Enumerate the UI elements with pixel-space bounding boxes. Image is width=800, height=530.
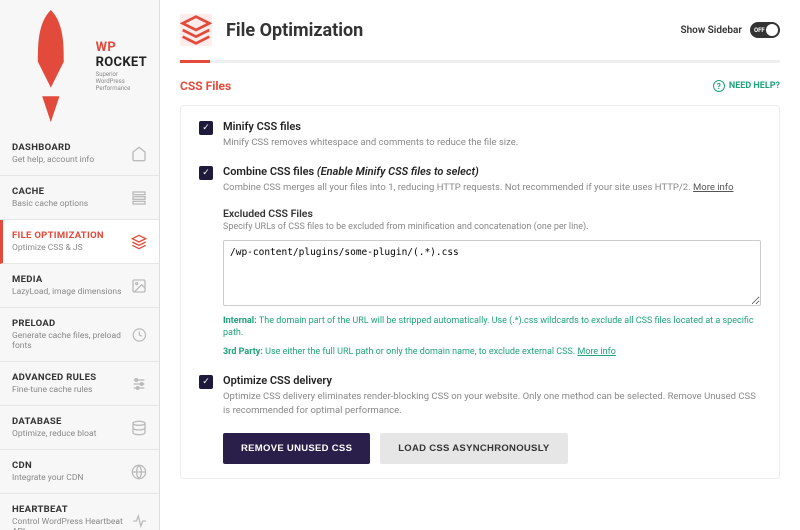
hint-third-party: 3rd Party: Use either the full URL path … — [223, 346, 761, 359]
sidebar-item-media[interactable]: MEDIA LazyLoad, image dimensions — [0, 264, 159, 308]
globe-icon — [131, 464, 147, 480]
sidebar: WP ROCKET Superior WordPress Performance… — [0, 0, 160, 530]
minify-css-desc: Minify CSS removes whitespace and commen… — [223, 136, 761, 149]
heart-icon — [132, 513, 147, 529]
nav-label: FILE OPTIMIZATION — [12, 230, 104, 241]
nav-label: CACHE — [12, 186, 88, 197]
nav-label: PRELOAD — [12, 318, 132, 329]
show-sidebar-label: Show Sidebar — [680, 25, 742, 36]
page-header: File Optimization Show Sidebar OFF — [160, 0, 800, 60]
remove-unused-css-button[interactable]: REMOVE UNUSED CSS — [223, 433, 370, 464]
combine-css-label: Combine CSS files (Enable Minify CSS fil… — [223, 165, 761, 178]
nav-sublabel: Basic cache options — [12, 199, 88, 209]
page-title: File Optimization — [226, 20, 363, 41]
sidebar-item-preload[interactable]: PRELOAD Generate cache files, preload fon… — [0, 308, 159, 362]
minify-css-label: Minify CSS files — [223, 120, 761, 133]
nav-sublabel: Optimize, reduce bloat — [12, 429, 96, 439]
sidebar-item-cache[interactable]: CACHE Basic cache options — [0, 176, 159, 220]
nav-sublabel: Control WordPress Heartbeat API — [12, 517, 132, 530]
nav-sublabel: Fine-tune cache rules — [12, 385, 96, 395]
need-help-link[interactable]: ? NEED HELP? — [713, 80, 780, 92]
nav-label: HEARTBEAT — [12, 504, 132, 515]
content-area: CSS Files ? NEED HELP? ✓ Minify CSS file… — [160, 63, 800, 530]
rocket-icon — [12, 10, 90, 122]
brand-wp: WP — [96, 40, 116, 55]
nav-label: DASHBOARD — [12, 142, 94, 153]
optimize-delivery-checkbox[interactable]: ✓ — [199, 375, 213, 389]
need-help-label: NEED HELP? — [729, 81, 780, 91]
nav-sublabel: Integrate your CDN — [12, 473, 83, 483]
image-icon — [131, 278, 147, 294]
nav-sublabel: Get help, account info — [12, 155, 94, 165]
show-sidebar-control: Show Sidebar OFF — [680, 22, 780, 38]
cache-icon — [131, 190, 147, 206]
sidebar-item-database[interactable]: DATABASE Optimize, reduce bloat — [0, 406, 159, 450]
nav-label: MEDIA — [12, 274, 122, 285]
combine-more-info-link[interactable]: More info — [693, 182, 734, 193]
help-icon: ? — [713, 80, 725, 92]
optimize-delivery-label: Optimize CSS delivery — [223, 374, 761, 387]
nav-label: DATABASE — [12, 416, 96, 427]
brand-logo: WP ROCKET Superior WordPress Performance — [0, 0, 159, 132]
minify-css-checkbox[interactable]: ✓ — [199, 121, 213, 135]
nav-sublabel: Generate cache files, preload fonts — [12, 331, 132, 351]
load-css-async-button[interactable]: LOAD CSS ASYNCHRONOUSLY — [380, 433, 567, 464]
toggle-off-label: OFF — [754, 27, 765, 34]
section-title: CSS Files — [180, 79, 231, 93]
nav-sublabel: LazyLoad, image dimensions — [12, 287, 122, 297]
show-sidebar-toggle[interactable]: OFF — [750, 22, 780, 38]
layers-icon — [180, 14, 212, 46]
sidebar-item-heartbeat[interactable]: HEARTBEAT Control WordPress Heartbeat API — [0, 494, 159, 530]
db-icon — [131, 420, 147, 436]
sidebar-item-advanced-rules[interactable]: ADVANCED RULES Fine-tune cache rules — [0, 362, 159, 406]
sidebar-item-file-optimization[interactable]: FILE OPTIMIZATION Optimize CSS & JS — [0, 220, 159, 264]
excluded-css-textarea[interactable] — [223, 240, 761, 306]
clock-icon — [132, 327, 147, 343]
hint-internal: Internal: The domain part of the URL wil… — [223, 315, 761, 340]
combine-css-checkbox[interactable]: ✓ — [199, 166, 213, 180]
brand-subtitle: Superior WordPress Performance — [96, 71, 147, 92]
css-files-panel: ✓ Minify CSS files Minify CSS removes wh… — [180, 105, 780, 479]
sliders-icon — [131, 376, 147, 392]
main-panel: File Optimization Show Sidebar OFF CSS F… — [160, 0, 800, 530]
third-party-more-info-link[interactable]: More info — [577, 347, 615, 357]
nav-label: ADVANCED RULES — [12, 372, 96, 383]
brand-rocket: ROCKET — [96, 55, 147, 70]
home-icon — [131, 146, 147, 162]
layers-icon — [131, 234, 147, 250]
optimize-delivery-desc: Optimize CSS delivery eliminates render-… — [223, 390, 761, 417]
nav-sublabel: Optimize CSS & JS — [12, 243, 104, 253]
sidebar-item-cdn[interactable]: CDN Integrate your CDN — [0, 450, 159, 494]
sidebar-item-dashboard[interactable]: DASHBOARD Get help, account info — [0, 132, 159, 176]
excluded-css-label: Excluded CSS Files — [223, 207, 761, 220]
combine-css-desc: Combine CSS merges all your files into 1… — [223, 181, 761, 194]
nav-label: CDN — [12, 460, 83, 471]
excluded-css-desc: Specify URLs of CSS files to be excluded… — [223, 222, 761, 232]
